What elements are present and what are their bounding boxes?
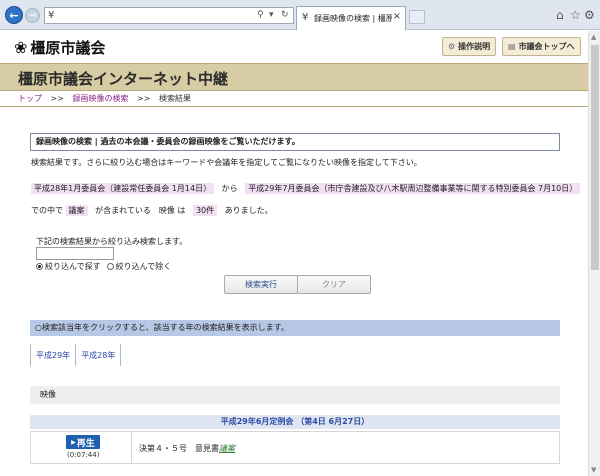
scroll-down-icon[interactable]: ▼ [591,466,596,474]
city-emblem-icon: ❀ [14,38,28,57]
address-bar[interactable]: ¥ ⚲ ▾ ↻ [44,7,294,24]
filter-input[interactable] [36,247,114,260]
radio-exclude[interactable]: 絞り込んで除く [106,261,172,272]
title-banner: 橿原市議会インターネット中継 [0,63,588,91]
browser-toolbar: ← → ¥ ⚲ ▾ ↻ ¥ 録画映像の検索 | 橿原市議… × ⌂ ☆ ⚙ [0,0,600,30]
site-favicon-icon: ¥ [48,10,55,21]
breadcrumb-video-search[interactable]: 録画映像の検索 [73,94,129,103]
video-title: 決第４・５号 意見書議案 [139,443,235,454]
radio-narrow-label: 絞り込んで探す [45,262,101,271]
year-links: 平成29年 平成28年 [30,344,122,366]
settings-gear-icon[interactable]: ⚙ [584,8,595,22]
from-word: から [221,184,238,193]
search-heading-box: 録画映像の検索 | 過去の本会議・委員会の録画映像をご覧いただけます。 [30,133,560,151]
radio-narrow[interactable]: 絞り込んで探す [36,261,101,272]
close-tab-icon[interactable]: × [393,11,401,22]
gear-icon: ⚙ [448,42,456,51]
play-label: 再生 [76,438,95,449]
scrollbar-thumb[interactable] [591,45,599,270]
help-button[interactable]: ⚙ 操作説明 [442,37,497,56]
breadcrumb-separator: >> [137,94,151,103]
breadcrumb-current: 検索結果 [159,94,191,103]
video-section-header: 映像 [30,386,560,404]
new-tab-button[interactable] [409,10,425,24]
browser-tab[interactable]: ¥ 録画映像の検索 | 橿原市議… × [296,6,406,30]
building-icon: ▤ [508,42,516,51]
logo-text: 橿原市議会 [30,39,106,57]
search-condition-line-1: 平成28年1月委員会（建設常任委員会 1月14日） から 平成29年7月委員会（… [31,183,588,194]
clear-button[interactable]: クリア [297,275,371,294]
video-duration: (0:07:44) [67,451,100,459]
council-top-button[interactable]: ▤ 市議会トップへ [502,37,581,56]
tab-title: 録画映像の検索 | 橿原市議… [314,14,392,23]
video-title-keyword: 議案 [219,444,235,453]
range-end: 平成29年7月委員会（市庁舎建設及び八木駅周辺整備事業等に関する特別委員会 7月… [245,183,581,194]
radio-exclude-circle[interactable] [106,263,114,270]
refresh-icon[interactable]: ↻ [281,10,289,20]
year-link-h28[interactable]: 平成28年 [76,344,122,366]
filter-mode-radios: 絞り込んで探す 絞り込んで除く [36,261,177,272]
year-hint-bar: ○検索該当年をクリックすると、該当する年の検索結果を表示します。 [30,320,560,336]
dropdown-icon[interactable]: ▾ [269,10,274,20]
result-count: 30件 [192,205,218,216]
page-title: 橿原市議会インターネット中継 [18,70,229,88]
play-cell: ▶ 再生 (0:07:44) [31,432,132,463]
breadcrumb: トップ >> 録画映像の検索 >> 検索結果 [18,93,191,104]
forward-arrow-icon[interactable]: → [25,8,40,23]
breadcrumb-separator: >> [50,94,64,103]
breadcrumb-top[interactable]: トップ [18,94,42,103]
help-button-label: 操作説明 [458,42,491,51]
video-title-text: 決第４・５号 意見書 [139,444,219,453]
search-icon[interactable]: ⚲ [257,10,264,20]
favorites-star-icon[interactable]: ☆ [570,8,581,22]
council-top-label: 市議会トップへ [518,42,575,51]
found-word: ありました。 [224,206,273,215]
tab-favicon-icon: ¥ [302,12,309,23]
scroll-up-icon[interactable]: ▲ [591,33,596,41]
video-row: ▶ 再生 (0:07:44) 決第４・５号 意見書議案 [30,431,560,464]
contains-word: が含まれている 映像 は [95,206,186,215]
site-logo[interactable]: ❀ 橿原市議会 [14,37,105,58]
filter-label: 下記の検索結果から絞り込み検索します。 [36,237,188,246]
search-keyword: 議案 [65,205,88,216]
result-description: 検索結果です。さらに絞り込む場合はキーワードや会議年を指定してご覧になりたい映像… [31,158,422,167]
radio-narrow-circle[interactable] [36,263,43,270]
within-word: での中で [31,206,63,215]
radio-exclude-label: 絞り込んで除く [115,262,172,271]
search-condition-line-2: での中で 議案 が含まれている 映像 は 30件 ありました。 [31,205,278,216]
play-triangle-icon: ▶ [71,438,76,446]
page-content: ❀ 橿原市議会 ⚙ 操作説明 ▤ 市議会トップへ 橿原市議会インターネット中継 … [0,31,588,476]
vertical-scrollbar[interactable]: ▲ ▼ [588,31,600,476]
year-link-h29[interactable]: 平成29年 [31,344,77,366]
home-icon[interactable]: ⌂ [556,8,564,22]
session-title[interactable]: 平成29年6月定例会 （第4日 6月27日） [30,415,560,429]
play-button[interactable]: ▶ 再生 [66,435,100,449]
back-arrow-icon[interactable]: ← [5,6,23,24]
breadcrumb-divider [0,106,588,107]
range-start: 平成28年1月委員会（建設常任委員会 1月14日） [31,183,215,194]
site-header: ❀ 橿原市議会 ⚙ 操作説明 ▤ 市議会トップへ [0,31,588,61]
search-execute-button[interactable]: 検索実行 [224,275,298,294]
